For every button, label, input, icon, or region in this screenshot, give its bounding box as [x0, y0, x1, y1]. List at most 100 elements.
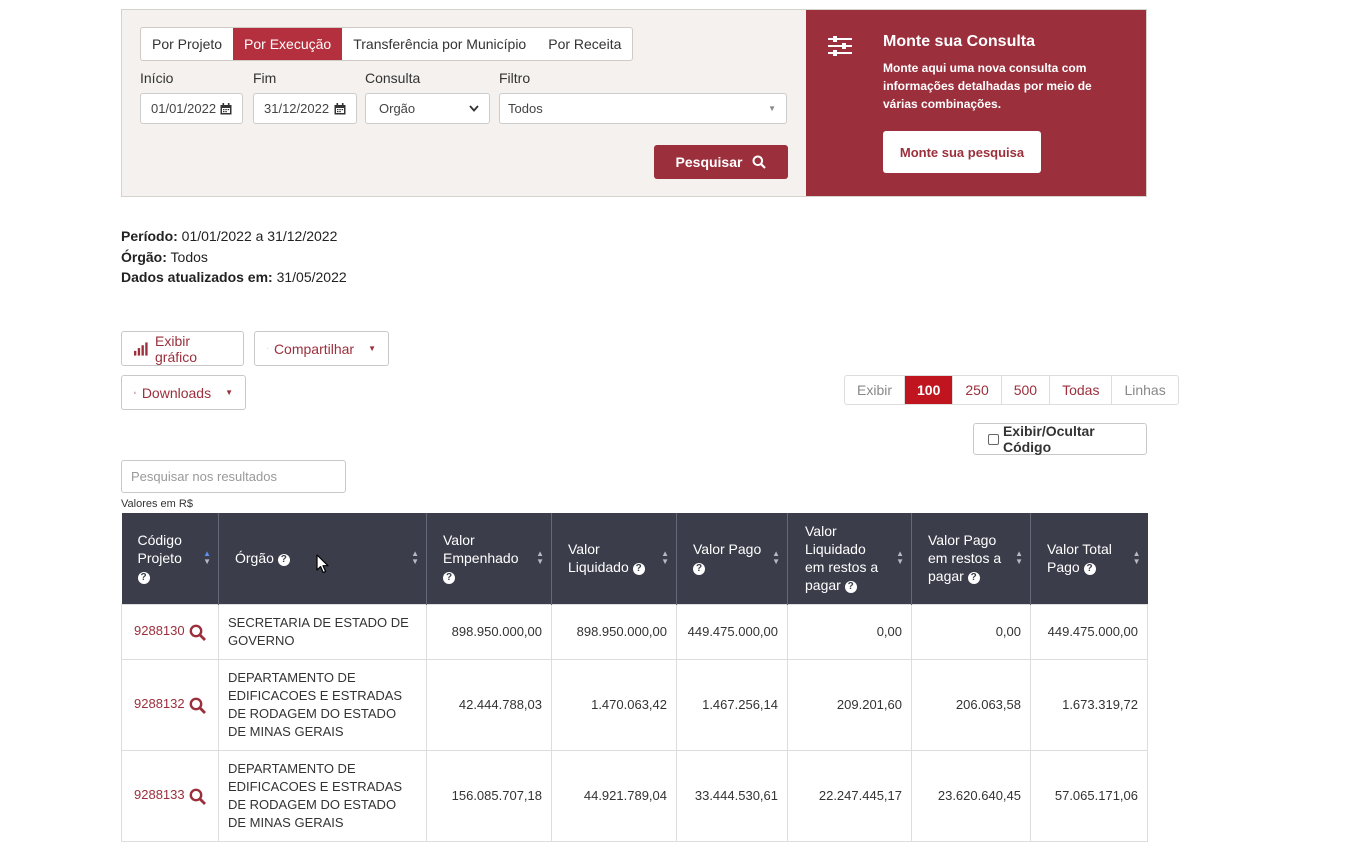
search-form: Por Projeto Por Execução Transferência p… [122, 10, 806, 196]
sliders-icon [828, 36, 852, 56]
help-icon[interactable]: ? [968, 572, 980, 584]
cell-codigo[interactable]: 9288130 [122, 604, 219, 659]
cell-codigo[interactable]: 9288133 [122, 750, 219, 841]
units-note: Valores em R$ [121, 498, 193, 510]
filtro-label: Filtro [499, 70, 530, 86]
header-valor-liquidado-restos[interactable]: Valor Liquidado em restos a pagar ?▲▼ [788, 513, 912, 604]
monte-consulta-panel: Monte sua Consulta Monte aqui uma nova c… [806, 10, 1146, 196]
inicio-date-field[interactable]: 01/01/2022 [140, 93, 243, 124]
cell-valor-empenhado: 156.085.707,18 [427, 750, 552, 841]
caret-down-icon: ▼ [225, 388, 233, 397]
page-size-250[interactable]: 250 [953, 376, 1001, 404]
cell-valor-liquidado: 44.921.789,04 [552, 750, 677, 841]
page-size-500[interactable]: 500 [1002, 376, 1050, 404]
monte-consulta-description: Monte aqui uma nova consulta com informa… [883, 59, 1113, 113]
sort-icon: ▲▼ [772, 550, 780, 566]
filtro-select[interactable]: Todos ▼ [499, 93, 787, 124]
downloads-button[interactable]: Downloads ▼ [121, 375, 246, 410]
cell-orgao: DEPARTAMENTO DE EDIFICACOES E ESTRADAS D… [219, 750, 427, 841]
calendar-icon [220, 103, 232, 115]
page-size-selector: Exibir 100 250 500 Todas Linhas [844, 375, 1179, 405]
search-panel: Por Projeto Por Execução Transferência p… [121, 9, 1147, 197]
sort-icon: ▲▼ [203, 550, 211, 566]
sort-icon: ▲▼ [661, 550, 669, 566]
periodo-line: Período: 01/01/2022 a 31/12/2022 [121, 226, 347, 247]
tab-por-projeto[interactable]: Por Projeto [141, 28, 233, 60]
cell-codigo[interactable]: 9288132 [122, 659, 219, 750]
help-icon[interactable]: ? [443, 572, 455, 584]
results-search-placeholder: Pesquisar nos resultados [131, 469, 277, 484]
sort-icon: ▲▼ [1015, 550, 1023, 566]
header-valor-pago[interactable]: Valor Pago ?▲▼ [677, 513, 788, 604]
project-code-link[interactable]: 9288133 [134, 787, 185, 802]
sort-icon: ▲▼ [1133, 550, 1141, 566]
cell-valor-pago: 33.444.530,61 [677, 750, 788, 841]
atualizado-line: Dados atualizados em: 31/05/2022 [121, 267, 347, 288]
cell-valor-liquidado: 1.470.063,42 [552, 659, 677, 750]
bar-chart-icon [134, 342, 149, 356]
cell-valor-pago-restos: 206.063,58 [912, 659, 1031, 750]
help-icon[interactable]: ? [278, 554, 290, 566]
toggle-code-checkbox[interactable] [988, 434, 999, 445]
results-search-input[interactable]: Pesquisar nos resultados [121, 460, 346, 493]
help-icon[interactable]: ? [633, 563, 645, 575]
sort-icon: ▲▼ [411, 550, 419, 566]
help-icon[interactable]: ? [693, 563, 705, 575]
cell-valor-pago-restos: 0,00 [912, 604, 1031, 659]
sort-icon: ▲▼ [536, 550, 544, 566]
help-icon[interactable]: ? [1084, 563, 1096, 575]
tab-por-receita[interactable]: Por Receita [537, 28, 632, 60]
search-icon[interactable] [189, 624, 206, 641]
pager-exibir-label: Exibir [845, 376, 905, 404]
project-code-link[interactable]: 9288130 [134, 623, 185, 638]
calendar-icon [334, 103, 346, 115]
fim-date-value: 31/12/2022 [264, 101, 329, 116]
cell-valor-empenhado: 42.444.788,03 [427, 659, 552, 750]
search-icon [752, 155, 766, 169]
cell-valor-liquidado-restos: 22.247.445,17 [788, 750, 912, 841]
toggle-code-button[interactable]: Exibir/Ocultar Código [973, 423, 1147, 455]
header-valor-total-pago[interactable]: Valor Total Pago ?▲▼ [1031, 513, 1148, 604]
tab-transferencia-municipio[interactable]: Transferência por Município [342, 28, 537, 60]
page-size-todas[interactable]: Todas [1050, 376, 1112, 404]
table-row: 9288133 DEPARTAMENTO DE EDIFICACOES E ES… [122, 750, 1148, 841]
cell-valor-liquidado-restos: 209.201,60 [788, 659, 912, 750]
chevron-down-icon [469, 105, 479, 112]
consulta-select[interactable]: Orgão [365, 93, 490, 124]
share-icon [267, 342, 268, 355]
header-codigo-projeto[interactable]: Código Projeto ?▲▼ [122, 513, 219, 604]
fim-date-field[interactable]: 31/12/2022 [253, 93, 357, 124]
cell-valor-empenhado: 898.950.000,00 [427, 604, 552, 659]
query-summary: Período: 01/01/2022 a 31/12/2022 Órgão: … [121, 226, 347, 288]
help-icon[interactable]: ? [138, 572, 150, 584]
cell-valor-total-pago: 1.673.319,72 [1031, 659, 1148, 750]
tab-por-execucao[interactable]: Por Execução [233, 28, 342, 60]
consulta-label: Consulta [365, 70, 420, 86]
page-size-100[interactable]: 100 [905, 376, 953, 404]
compartilhar-button[interactable]: Compartilhar ▼ [254, 331, 389, 366]
cell-valor-pago: 449.475.000,00 [677, 604, 788, 659]
cell-valor-total-pago: 57.065.171,06 [1031, 750, 1148, 841]
header-valor-liquidado[interactable]: Valor Liquidado ?▲▼ [552, 513, 677, 604]
consulta-select-value: Orgão [379, 101, 415, 116]
search-icon[interactable] [189, 788, 206, 805]
caret-down-icon: ▼ [368, 344, 376, 353]
cell-valor-total-pago: 449.475.000,00 [1031, 604, 1148, 659]
results-table: Código Projeto ?▲▼ Órgão ?▲▼ Valor Empen… [121, 513, 1148, 842]
caret-down-icon: ▼ [768, 104, 776, 113]
table-header-row: Código Projeto ?▲▼ Órgão ?▲▼ Valor Empen… [122, 513, 1148, 604]
filtro-select-value: Todos [508, 101, 543, 116]
project-code-link[interactable]: 9288132 [134, 696, 185, 711]
inicio-label: Início [140, 70, 173, 86]
header-valor-pago-restos[interactable]: Valor Pago em restos a pagar ?▲▼ [912, 513, 1031, 604]
search-icon[interactable] [189, 697, 206, 714]
header-valor-empenhado[interactable]: Valor Empenhado ?▲▼ [427, 513, 552, 604]
pesquisar-label: Pesquisar [676, 154, 743, 170]
pesquisar-button[interactable]: Pesquisar [654, 145, 788, 179]
monte-pesquisa-button[interactable]: Monte sua pesquisa [883, 131, 1041, 173]
download-icon [134, 385, 136, 400]
exibir-grafico-button[interactable]: Exibir gráfico [121, 331, 244, 366]
monte-consulta-title: Monte sua Consulta [883, 33, 1035, 51]
table-row: 9288130 SECRETARIA DE ESTADO DE GOVERNO … [122, 604, 1148, 659]
help-icon[interactable]: ? [845, 581, 857, 593]
